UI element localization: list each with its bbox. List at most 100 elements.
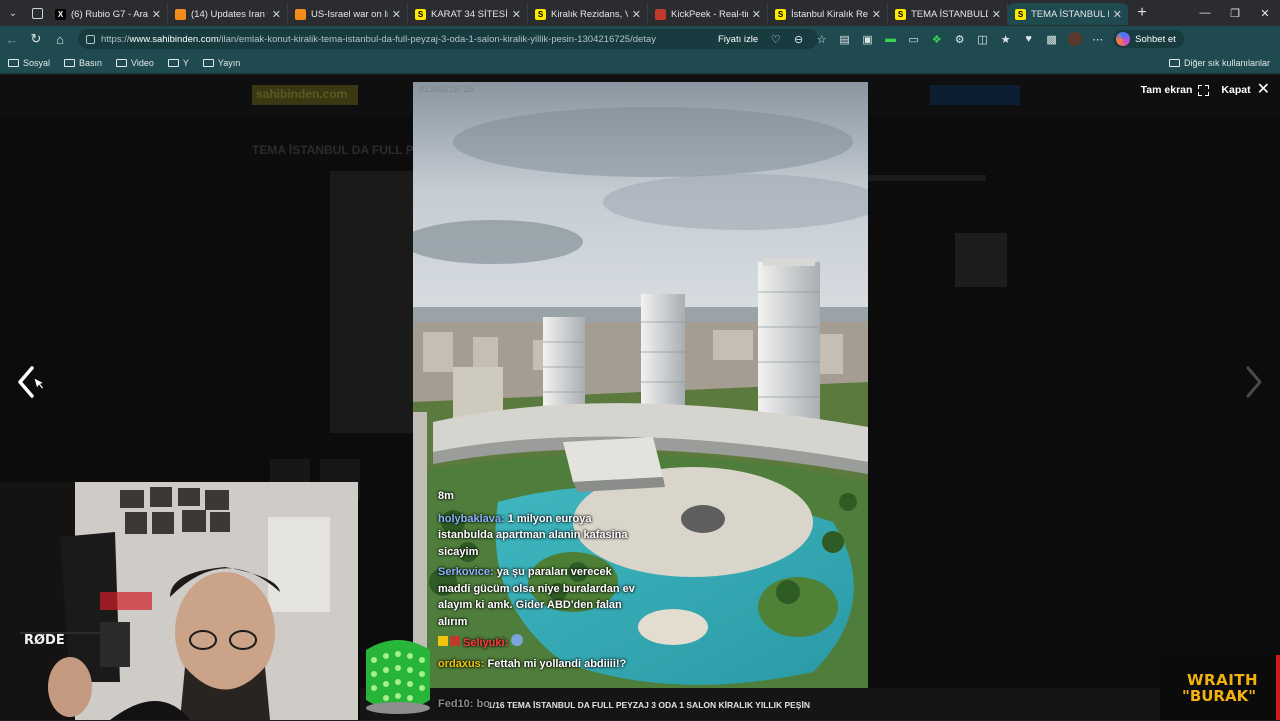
tab-close-icon[interactable]: ✕: [272, 8, 281, 21]
no-entry-icon[interactable]: ⊖: [787, 29, 810, 49]
browser-tab[interactable]: S İstanbul Kiralık Rezidans ✕: [768, 3, 888, 25]
heart-icon[interactable]: ♡: [764, 29, 787, 49]
fullscreen-button[interactable]: Tam ekran: [1141, 84, 1210, 96]
green-orb-image: [366, 640, 430, 714]
streamer-webcam-image: RØDE: [0, 482, 358, 720]
address-bar[interactable]: https://www.sahibinden.com/ilan/emlak-ko…: [78, 29, 818, 49]
tab-favicon-icon: S: [895, 8, 906, 20]
browser-tab[interactable]: X (6) Rubio G7 - Arama / ✕: [48, 3, 168, 25]
copilot-chat-label: Sohbet et: [1135, 33, 1176, 45]
browser-tab[interactable]: S TEMA İSTANBUL DA FULL ✕: [1008, 3, 1128, 25]
chat-message: Seliyuki:: [438, 634, 638, 652]
extensions-icon[interactable]: ⚙: [948, 29, 971, 49]
close-gallery-button[interactable]: Kapat ✕: [1221, 82, 1270, 98]
tab-title: (6) Rubio G7 - Arama /: [71, 8, 148, 20]
copilot-icon: [1116, 32, 1131, 46]
fullscreen-label: Tam ekran: [1140, 84, 1193, 96]
tab-favicon-icon: S: [775, 8, 786, 20]
reload-icon[interactable]: ↻: [24, 27, 48, 51]
chat-timestamp: 8m: [438, 490, 454, 502]
badge-stripe: [1276, 655, 1280, 720]
url-host: www.sahibinden.com: [129, 33, 219, 45]
favorite-star-icon[interactable]: ☆: [810, 29, 833, 49]
listing-id: #1304216725: [419, 84, 475, 94]
chat-badge-icon: [438, 636, 448, 646]
listing-progress-line: [868, 175, 986, 181]
extension-image-icon[interactable]: ▣: [856, 29, 879, 49]
browser-toolbar: ← ↻ ⌂ https://www.sahibinden.com/ilan/em…: [0, 26, 1280, 52]
chat-text: Fettah mi yollandi abdiiii!?: [487, 657, 627, 670]
price-watch-button[interactable]: Fiyatı izle: [718, 34, 758, 45]
listing-title: TEMA İSTANBUL DA FULL PE: [252, 143, 422, 157]
chat-message: Serkovice: ya şu paraları verecek maddi …: [438, 564, 638, 630]
browser-tab[interactable]: S Kiralık Rezidans, Villa, M ✕: [528, 3, 648, 25]
browser-tab[interactable]: US-Israel war on Iran: Wh ✕: [288, 3, 408, 25]
chat-badge-icon: [450, 636, 460, 646]
tab-close-icon[interactable]: ✕: [1113, 8, 1122, 21]
fullscreen-icon: [1198, 84, 1210, 96]
bookmark-folder-video[interactable]: Video: [116, 58, 154, 68]
browser-tab[interactable]: KickPeek - Real-time UI ✕: [648, 3, 768, 25]
extension-reader-icon[interactable]: ▤: [833, 29, 856, 49]
other-favorites-folder[interactable]: Diğer sık kullanılanlar: [1168, 58, 1270, 68]
site-info-icon[interactable]: [86, 34, 95, 44]
site-header-button: [930, 85, 1020, 105]
bookmark-folder-yayin[interactable]: Yayın: [202, 58, 240, 68]
chat-username: ordaxus:: [438, 657, 485, 670]
restore-icon[interactable]: ❐: [1220, 7, 1250, 20]
tab-close-icon[interactable]: ✕: [752, 8, 761, 21]
webcam-overlay: RØDE: [0, 482, 358, 720]
collections-icon[interactable]: ▩: [1040, 29, 1063, 49]
profile-avatar[interactable]: [1063, 29, 1086, 49]
more-menu-icon[interactable]: ⋯: [1086, 29, 1109, 49]
tab-favicon-icon: S: [1015, 8, 1026, 20]
tab-close-icon[interactable]: ✕: [512, 8, 521, 21]
gallery-caption: 1/16 TEMA İSTANBUL DA FULL PEYZAJ 3 ODA …: [488, 700, 810, 710]
tab-close-icon[interactable]: ✕: [392, 8, 401, 21]
extension-puzzle-green-icon[interactable]: ❖: [925, 29, 948, 49]
stream-chat-overlay: 8m holybaklava: 1 milyon euroya istanbul…: [438, 488, 638, 710]
svg-text:RØDE: RØDE: [24, 633, 65, 648]
url-scheme: https://: [101, 33, 130, 45]
tab-favicon-icon: [295, 8, 306, 20]
favorites-icon[interactable]: ★: [994, 29, 1017, 49]
photo-counter: 1/16: [488, 700, 505, 710]
tab-close-icon[interactable]: ✕: [632, 8, 641, 21]
chat-message: ordaxus: Fettah mi yollandi abdiiii!?: [438, 656, 638, 673]
tab-close-icon[interactable]: ✕: [152, 8, 161, 21]
tab-favicon-icon: [655, 8, 666, 20]
next-photo-arrow[interactable]: [1238, 362, 1272, 402]
tab-actions-chevron-icon[interactable]: ⌄: [0, 0, 26, 26]
tab-close-icon[interactable]: ✕: [872, 8, 881, 21]
close-window-icon[interactable]: ✕: [1250, 7, 1280, 20]
tab-title: TEMA İSTANBULDA 2+1 I: [911, 8, 988, 20]
minimize-icon[interactable]: —: [1190, 7, 1220, 20]
copilot-chat-button[interactable]: Sohbet et: [1113, 30, 1184, 48]
browser-tab[interactable]: (14) Updates Iran war liv ✕: [168, 3, 288, 25]
translate-icon[interactable]: ▭: [902, 29, 925, 49]
back-icon[interactable]: ←: [0, 27, 24, 51]
chat-username: Seliyuki:: [463, 637, 509, 649]
folder-icon: [64, 58, 76, 67]
tab-close-icon[interactable]: ✕: [992, 8, 1001, 21]
chat-message: holybaklava: 1 milyon euroya istanbulda …: [438, 511, 638, 561]
browser-essentials-icon[interactable]: ♥: [1017, 29, 1040, 49]
gallery-controls: Tam ekran Kapat ✕: [1129, 82, 1270, 98]
seller-avatar: [955, 233, 1007, 287]
chat-fading-message: Fed10: bo: [438, 698, 490, 710]
bookmark-folder-y[interactable]: Y: [167, 58, 189, 68]
tab-favicon-icon: [175, 8, 186, 20]
extension-hd-icon[interactable]: ▬: [879, 29, 902, 49]
bookmark-folder-basin[interactable]: Basın: [64, 58, 102, 68]
workspaces-icon[interactable]: [26, 0, 48, 26]
folder-icon: [8, 58, 19, 67]
folder-icon: [202, 58, 214, 67]
tab-title: KARAT 34 SİTESİNDE 2+: [431, 8, 508, 20]
bookmark-folder-sosyal[interactable]: Sosyal: [8, 58, 50, 68]
new-tab-button[interactable]: +: [1128, 4, 1156, 22]
browser-tab[interactable]: S TEMA İSTANBULDA 2+1 I ✕: [888, 3, 1008, 25]
home-icon[interactable]: ⌂: [48, 27, 72, 51]
previous-photo-arrow[interactable]: [10, 362, 45, 402]
split-screen-icon[interactable]: ◫: [971, 29, 994, 49]
browser-tab[interactable]: S KARAT 34 SİTESİNDE 2+ ✕: [408, 3, 528, 25]
